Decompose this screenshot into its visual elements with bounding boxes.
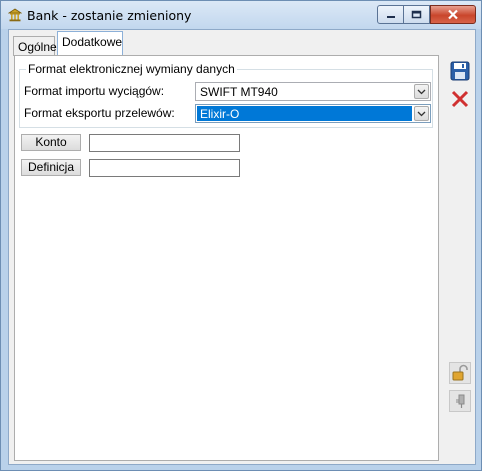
restore-icon [411,10,422,19]
title-bar: Bank - zostanie zmieniony [1,1,481,29]
definicja-field[interactable] [89,159,240,177]
export-format-select[interactable]: Elixir-O [195,104,431,123]
import-dropdown-button[interactable] [414,84,429,99]
export-format-label: Format eksportu przelewów: [24,106,175,120]
padlock-icon [452,364,468,381]
import-format-label: Format importu wyciągów: [24,84,165,98]
cancel-icon [451,90,469,108]
chevron-down-icon [417,111,426,117]
group-title: Format elektronicznej wymiany danych [26,62,237,76]
app-window: Bank - zostanie zmieniony Ogólne Dodatko… [0,0,482,471]
pin-icon [456,394,465,408]
dialog-body: Ogólne Dodatkowe Format elektronicznej w… [8,29,476,465]
close-button[interactable] [430,5,476,24]
konto-button[interactable]: Konto [21,134,81,151]
close-icon [448,9,458,20]
import-format-value: SWIFT MT940 [200,85,278,99]
bank-icon [8,8,22,22]
edi-format-group: Format elektronicznej wymiany danych For… [19,62,433,128]
definicja-button[interactable]: Definicja [21,159,81,176]
save-icon [450,61,470,81]
cancel-button[interactable] [449,88,471,110]
minimize-button[interactable] [377,5,404,24]
chevron-down-icon [417,89,426,95]
tab-panel: Format elektronicznej wymiany danych For… [14,55,439,461]
export-format-value: Elixir-O [200,107,240,121]
export-dropdown-button[interactable] [414,106,429,121]
save-button[interactable] [449,60,471,82]
tab-ogolne[interactable]: Ogólne [13,36,57,56]
attach-button[interactable] [449,390,471,412]
maximize-button[interactable] [403,5,430,24]
konto-field[interactable] [89,134,240,152]
import-format-select[interactable]: SWIFT MT940 [195,82,431,101]
tab-dodatkowe[interactable]: Dodatkowe [57,31,123,56]
minimize-icon [386,15,395,18]
window-title: Bank - zostanie zmieniony [27,8,192,23]
lock-button[interactable] [449,362,471,384]
